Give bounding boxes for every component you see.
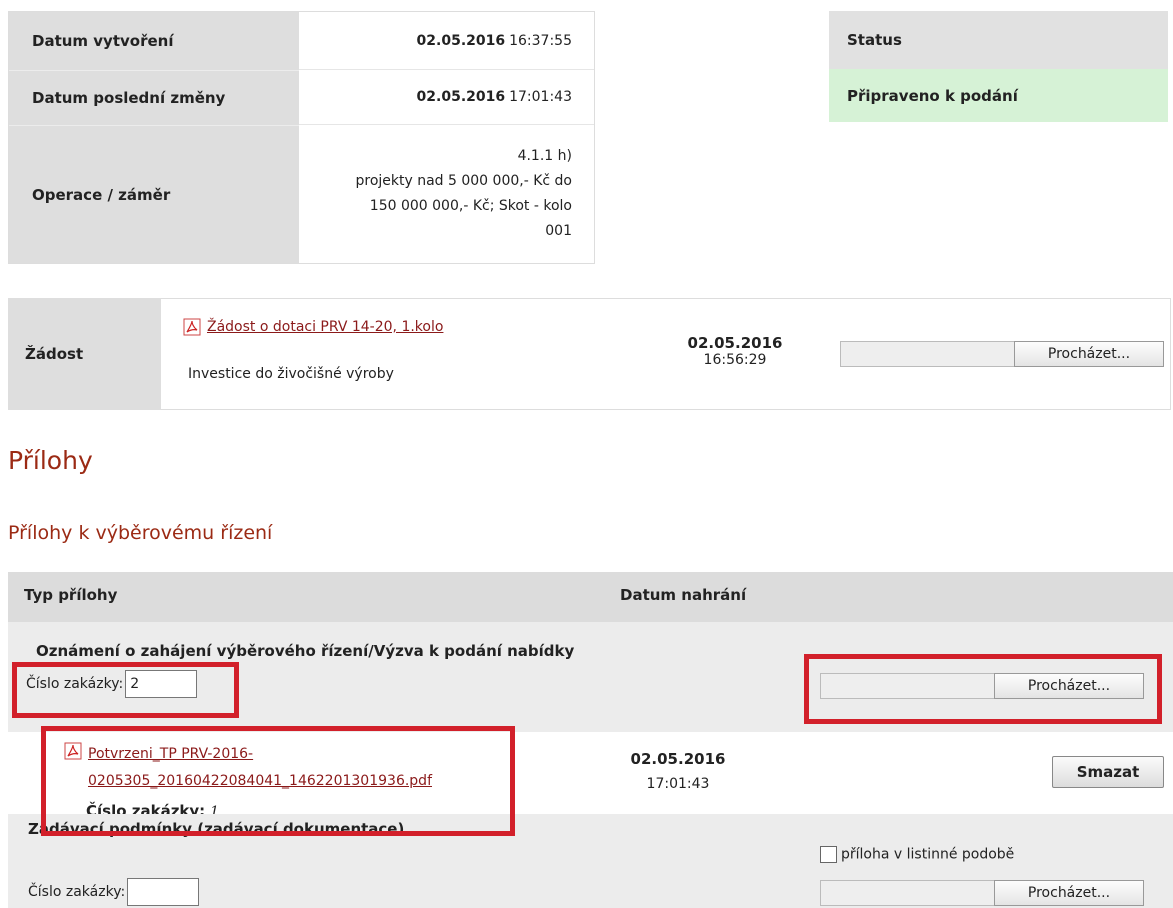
col-date-header: Datum nahrání xyxy=(620,586,747,604)
application-link[interactable]: Žádost o dotaci PRV 14-20, 1.kolo xyxy=(207,319,443,335)
highlight-uploaded-file xyxy=(41,726,515,836)
application-date-block: 02.05.2016 16:56:29 xyxy=(620,334,850,368)
group2-file-field[interactable] xyxy=(820,880,994,906)
paper-form-checkbox[interactable] xyxy=(820,846,837,863)
uploaded-file-date: 02.05.2016 xyxy=(630,750,726,768)
attachments-subheading-wrap: Přílohy k výběrovému řízení xyxy=(8,522,272,544)
delete-button[interactable]: Smazat xyxy=(1052,756,1164,788)
created-date: 02.05.2016 xyxy=(416,32,506,49)
application-link-wrap: Žádost o dotaci PRV 14-20, 1.kolo xyxy=(183,316,443,336)
uploaded-file-date-block: 02.05.2016 17:01:43 xyxy=(598,750,758,792)
application-file-input[interactable]: Procházet... xyxy=(840,341,1164,367)
modified-value: 02.05.2016 17:01:43 xyxy=(299,70,594,125)
modified-time: 17:01:43 xyxy=(509,89,572,105)
modified-date: 02.05.2016 xyxy=(416,89,506,105)
group2-order-input[interactable] xyxy=(127,878,200,906)
application-browse-button[interactable]: Procházet... xyxy=(1014,341,1164,367)
operation-label: Operace / záměr xyxy=(9,125,299,263)
group1-title: Oznámení o zahájení výběrového řízení/Vý… xyxy=(36,642,575,660)
attachments-heading: Přílohy xyxy=(8,446,93,475)
highlight-browse xyxy=(804,654,1162,724)
group2-file-input[interactable]: Procházet... xyxy=(820,880,1144,906)
application-file-field[interactable] xyxy=(840,341,1014,367)
group2-order-row: Číslo zakázky: xyxy=(28,878,200,906)
group2-browse-button[interactable]: Procházet... xyxy=(994,880,1144,906)
attachments-table-header: Typ přílohy Datum nahrání xyxy=(8,572,1173,622)
application-label: Žádost xyxy=(8,298,161,410)
uploaded-file-time: 17:01:43 xyxy=(646,776,710,792)
info-table: Datum vytvoření 02.05.2016 16:37:55 Datu… xyxy=(8,11,595,264)
paper-form-label: příloha v listinné podobě xyxy=(841,846,1015,863)
status-badge: Připraveno k podání xyxy=(829,69,1168,122)
pdf-icon xyxy=(183,318,201,336)
attachments-heading-wrap: Přílohy xyxy=(8,446,93,475)
col-type-header: Typ přílohy xyxy=(24,586,118,604)
application-time: 16:56:29 xyxy=(703,352,767,368)
modified-label: Datum poslední změny xyxy=(9,70,299,125)
highlight-order-number xyxy=(12,662,239,718)
paper-form-option[interactable]: příloha v listinné podobě xyxy=(820,846,1014,863)
status-label: Status xyxy=(829,11,1168,69)
created-label: Datum vytvoření xyxy=(9,12,299,70)
application-date: 02.05.2016 xyxy=(687,334,783,352)
created-value: 02.05.2016 16:37:55 xyxy=(299,12,594,70)
attachments-subheading: Přílohy k výběrovému řízení xyxy=(8,522,273,544)
created-time: 16:37:55 xyxy=(509,32,572,49)
operation-value: 4.1.1 h) projekty nad 5 000 000,- Kč do … xyxy=(299,125,594,263)
application-description: Investice do živočišné výroby xyxy=(188,366,394,382)
group2-order-label: Číslo zakázky: xyxy=(28,884,126,900)
